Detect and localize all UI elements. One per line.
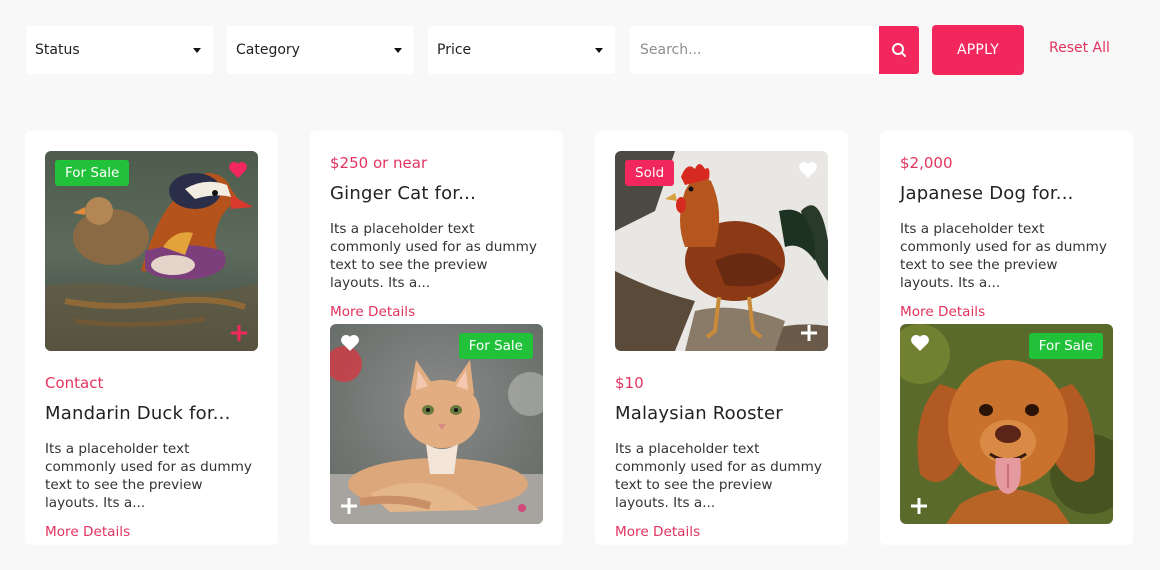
listing-title: Malaysian Rooster [615, 403, 783, 424]
listing-title: Japanese Dog for... [900, 183, 1074, 204]
listing-image[interactable]: For Sale [900, 324, 1113, 524]
listing-description: Its a placeholder text commonly used for… [615, 441, 822, 511]
listing-card: $250 or near Ginger Cat for... Its a pla… [310, 131, 563, 545]
more-details-link[interactable]: More Details [330, 303, 415, 321]
listing-title: Ginger Cat for... [330, 183, 477, 204]
listing-info: $250 or near Ginger Cat for... Its a pla… [330, 153, 543, 321]
search-button[interactable] [879, 26, 919, 74]
filter-bar: Status Category Price APPLY Reset All [0, 0, 1160, 100]
listing-card: $2,000 Japanese Dog for... Its a placeho… [880, 131, 1133, 545]
caret-down-icon [394, 47, 402, 53]
listing-title: Mandarin Duck for... [45, 403, 231, 424]
status-select[interactable]: Status [26, 26, 213, 74]
apply-button[interactable]: APPLY [932, 25, 1024, 75]
more-details-link[interactable]: More Details [615, 523, 700, 541]
reset-all-link[interactable]: Reset All [1049, 40, 1110, 56]
category-select[interactable]: Category [227, 26, 414, 74]
heart-icon[interactable] [340, 334, 360, 352]
listing-info: $10 Malaysian Rooster Its a placeholder … [615, 373, 828, 541]
listing-card: Sold $10 Malaysian Rooster Its a placeho… [595, 131, 848, 545]
listing-card: For Sale Contact Mandarin Duck for... It… [25, 131, 278, 545]
listing-image[interactable]: For Sale [330, 324, 543, 524]
search-input[interactable] [630, 26, 880, 74]
listing-description: Its a placeholder text commonly used for… [45, 441, 252, 511]
listing-image[interactable]: For Sale [45, 151, 258, 351]
status-badge: For Sale [55, 160, 130, 186]
status-badge: Sold [625, 160, 675, 186]
search-icon [892, 43, 906, 57]
listing-price: $10 [615, 374, 644, 392]
more-details-link[interactable]: More Details [900, 303, 985, 321]
status-select-label: Status [35, 42, 80, 58]
caret-down-icon [595, 47, 603, 53]
price-select-label: Price [437, 42, 472, 58]
plus-icon[interactable] [801, 325, 817, 341]
plus-icon[interactable] [231, 325, 247, 341]
caret-down-icon [193, 47, 201, 53]
status-badge: For Sale [458, 333, 533, 359]
listing-info: $2,000 Japanese Dog for... Its a placeho… [900, 153, 1113, 321]
listing-price: $250 or near [330, 154, 428, 172]
listing-price: Contact [45, 374, 104, 392]
listing-info: Contact Mandarin Duck for... Its a place… [45, 373, 258, 541]
category-select-label: Category [236, 42, 300, 58]
listing-image[interactable]: Sold [615, 151, 828, 351]
listing-price: $2,000 [900, 154, 953, 172]
plus-icon[interactable] [911, 498, 927, 514]
heart-icon[interactable] [910, 334, 930, 352]
heart-icon[interactable] [228, 161, 248, 179]
listing-description: Its a placeholder text commonly used for… [900, 221, 1107, 291]
heart-icon[interactable] [798, 161, 818, 179]
status-badge: For Sale [1028, 333, 1103, 359]
more-details-link[interactable]: More Details [45, 523, 130, 541]
plus-icon[interactable] [341, 498, 357, 514]
listing-description: Its a placeholder text commonly used for… [330, 221, 537, 291]
price-select[interactable]: Price [428, 26, 615, 74]
